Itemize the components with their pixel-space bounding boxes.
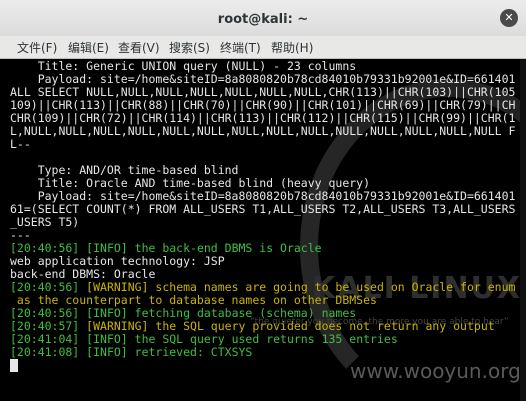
window-title: root@kali: ~ [217,12,309,27]
menu-help[interactable]: 帮助(H) [271,39,313,56]
terminal-text-segment: [INFO] [86,345,135,359]
terminal-text-segment: Title: Oracle AND time-based blind (heav… [10,176,371,190]
terminal-text-segment: [20:40:56] [10,241,87,255]
terminal-text-segment: _USERS T5) [10,215,80,229]
menu-terminal[interactable]: 终端(T) [220,39,261,56]
terminal-text-segment: the back-end DBMS is Oracle [134,241,322,255]
terminal-line: L,NULL,NULL,NULL,NULL,NULL,NULL,NULL,NUL… [10,125,515,138]
watermark-site: www.wooyun.org [350,359,521,383]
terminal-line: [20:41:08] [INFO] retrieved: CTXSYS [10,346,252,359]
terminal-cursor [10,359,18,372]
terminal-text-segment: retrieved: CTXSYS [134,345,253,359]
terminal-text-segment: Title: Generic UNION query (NULL) - 23 c… [10,59,357,73]
terminal-text-segment: Payload: site=/home&siteID=8a8080820b78c… [10,189,516,203]
terminal-text-segment: CHR(109)||CHR(72)||CHR(114)||CHR(113)||C… [10,111,516,125]
terminal-output[interactable]: KALI LINUX “the quieter you become, the … [0,59,526,401]
terminal-text-segment: 61=(SELECT COUNT(*) FROM ALL_USERS T1,AL… [10,202,516,216]
terminal-text-segment: Payload: site=/home&siteID=8a8080820b78c… [10,72,516,86]
menu-bar: 文件(F) 编辑(E) 查看(V) 搜索(S) 终端(T) 帮助(H) [0,36,526,59]
terminal-text-segment: [20:40:56] [10,280,87,294]
terminal-text-segment: L,NULL,NULL,NULL,NULL,NULL,NULL,NULL,NUL… [10,124,516,138]
terminal-text-segment: [WARNING] [86,319,156,333]
menu-edit[interactable]: 编辑(E) [68,39,109,56]
menu-file[interactable]: 文件(F) [17,39,57,56]
terminal-text-segment: 109)||CHR(113)||CHR(88)||CHR(70)||CHR(90… [10,98,516,112]
terminal-line: 61=(SELECT COUNT(*) FROM ALL_USERS T1,AL… [10,203,515,216]
terminal-text-segment: [WARNING] [86,280,156,294]
terminal-text-segment: [INFO] [86,332,135,346]
terminal-text-segment: schema names are going to be used on Ora… [155,280,516,294]
terminal-text-segment: back-end DBMS: Oracle [10,267,156,281]
terminal-text-segment: [INFO] [86,306,135,320]
window-titlebar: root@kali: ~ ✕ [0,0,526,37]
terminal-text-segment: the SQL query used returns 135 entries [134,332,398,346]
close-icon[interactable]: ✕ [500,9,518,27]
terminal-text-segment: [20:41:08] [10,345,87,359]
terminal-text-segment: L-- [10,137,31,151]
terminal-text-segment: fetching database (schema) names [134,306,357,320]
menu-search[interactable]: 搜索(S) [169,39,210,56]
menu-view[interactable]: 查看(V) [118,39,160,56]
terminal-text-segment: ALL SELECT NULL,NULL,NULL,NULL,NULL,NULL… [10,85,516,99]
terminal-text-segment: --- [10,228,31,242]
terminal-scrollbar[interactable] [520,59,526,401]
terminal-text-segment: [20:40:57] [10,319,87,333]
terminal-text-segment: Type: AND/OR time-based blind [10,163,239,177]
terminal-text-segment: [20:40:56] [10,306,87,320]
terminal-text-segment: [INFO] [86,241,135,255]
terminal-line: L-- [10,138,31,151]
terminal-text-segment: as the counterpart to database names on … [10,293,377,307]
terminal-text-segment: [20:41:04] [10,332,87,346]
terminal-text-segment: web application technology: JSP [10,254,225,268]
terminal-text-segment: the SQL query provided does not return a… [155,319,495,333]
